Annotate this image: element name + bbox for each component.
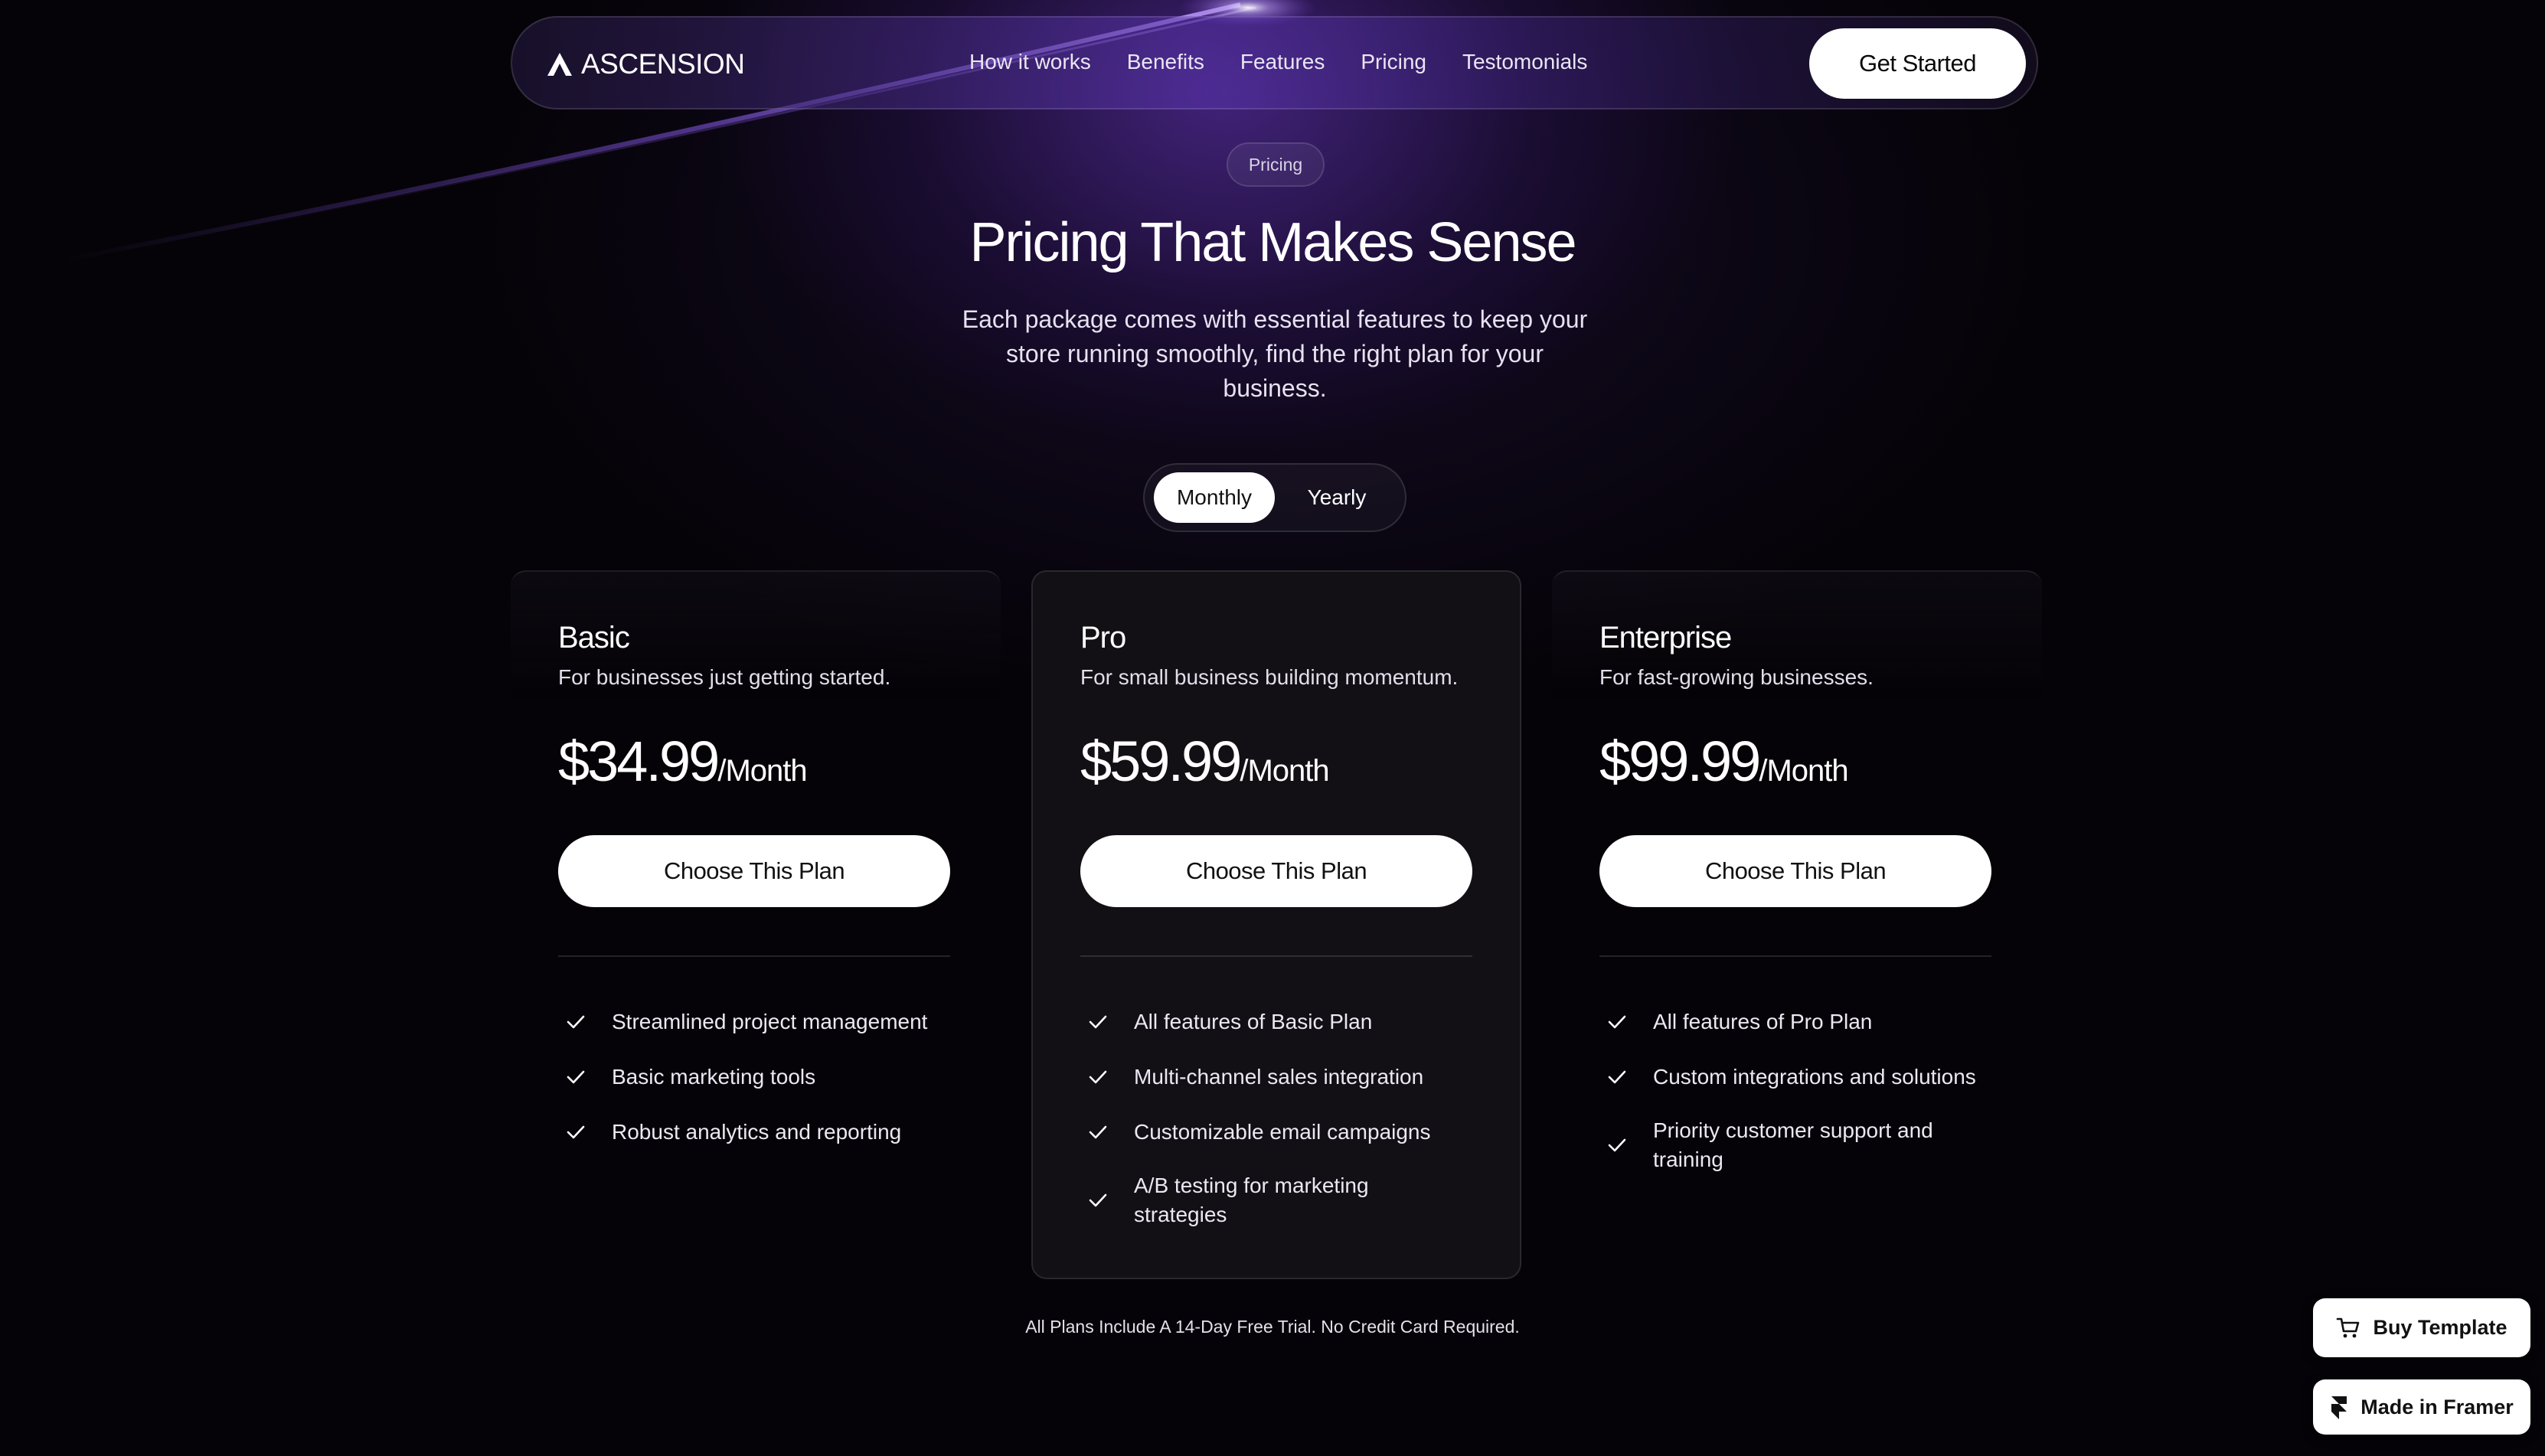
feature-text: Basic marketing tools (612, 1065, 816, 1089)
toggle-monthly[interactable]: Monthly (1154, 472, 1275, 523)
check-icon (1089, 1125, 1107, 1139)
toggle-yearly[interactable]: Yearly (1279, 472, 1394, 523)
price-amount: $59.99 (1080, 730, 1242, 793)
feature-list: All features of Basic Plan Multi-channel… (1080, 1006, 1478, 1252)
page-subtitle: Each package comes with essential featur… (962, 305, 1588, 402)
plan-name: Basic (558, 621, 630, 655)
nav-link-pricing[interactable]: Pricing (1361, 50, 1426, 74)
buy-template-label: Buy Template (2373, 1316, 2507, 1339)
plan-name: Enterprise (1599, 621, 1732, 655)
feature-item: Streamlined project management (558, 1006, 956, 1038)
plan-card-basic: Basic For businesses just getting starte… (511, 570, 1001, 1279)
check-icon (1608, 1015, 1626, 1029)
feature-list: Streamlined project management Basic mar… (558, 1006, 956, 1171)
feature-text: All features of Basic Plan (1134, 1010, 1373, 1033)
nav-link-benefits[interactable]: Benefits (1127, 50, 1204, 74)
plan-description: For businesses just getting started. (558, 665, 891, 689)
check-icon (1608, 1138, 1626, 1152)
feature-item: Robust analytics and reporting (558, 1116, 956, 1148)
plan-price: $99.99 /Month (1599, 729, 1849, 794)
made-in-framer-badge[interactable]: Made in Framer (2313, 1379, 2530, 1435)
check-icon (1089, 1015, 1107, 1029)
feature-text: Multi-channel sales integration (1134, 1065, 1424, 1089)
feature-text: All features of Pro Plan (1653, 1010, 1873, 1033)
check-icon (1608, 1070, 1626, 1084)
nav-link-features[interactable]: Features (1240, 50, 1325, 74)
plan-name: Pro (1080, 621, 1126, 655)
price-amount: $99.99 (1599, 730, 1761, 793)
feature-item: All features of Pro Plan (1599, 1006, 1998, 1038)
brand-logo[interactable]: ASCENSION (546, 48, 745, 80)
feature-text: Streamlined project management (612, 1010, 928, 1033)
choose-plan-button-enterprise[interactable]: Choose This Plan (1599, 835, 1991, 907)
card-divider (558, 955, 950, 957)
nav-link-how-it-works[interactable]: How it works (969, 50, 1091, 74)
check-icon (567, 1070, 585, 1084)
made-in-framer-label: Made in Framer (2360, 1395, 2514, 1418)
feature-text: A/B testing for marketing strategies (1134, 1174, 1369, 1226)
plan-description: For fast-growing businesses. (1599, 665, 1874, 689)
price-period: /Month (1759, 754, 1848, 788)
feature-text: Priority customer support and training (1653, 1118, 1933, 1171)
price-period: /Month (717, 754, 807, 788)
choose-plan-button-pro[interactable]: Choose This Plan (1080, 835, 1472, 907)
billing-toggle: Monthly Yearly (1143, 463, 1406, 532)
card-divider (1599, 955, 1991, 957)
feature-text: Robust analytics and reporting (612, 1120, 902, 1144)
feature-text: Customizable email campaigns (1134, 1120, 1431, 1144)
feature-list: All features of Pro Plan Custom integrat… (1599, 1006, 1998, 1197)
nav-link-testimonials[interactable]: Testomonials (1462, 50, 1587, 74)
feature-item: Customizable email campaigns (1080, 1116, 1478, 1148)
free-trial-note: All Plans Include A 14-Day Free Trial. N… (1025, 1317, 1520, 1337)
plan-price: $34.99 /Month (558, 729, 808, 794)
plan-price: $59.99 /Month (1080, 729, 1330, 794)
brand-name: ASCENSION (581, 48, 745, 80)
triangle-logo-icon (547, 53, 572, 76)
card-divider (1080, 955, 1472, 957)
section-tag: Pricing (1227, 142, 1325, 187)
price-period: /Month (1240, 754, 1329, 788)
top-navbar: ASCENSION How it works Benefits Features… (511, 16, 2038, 109)
price-amount: $34.99 (558, 730, 720, 793)
feature-item: Multi-channel sales integration (1080, 1061, 1478, 1093)
feature-item: Basic marketing tools (558, 1061, 956, 1093)
feature-text: Custom integrations and solutions (1653, 1065, 1976, 1089)
feature-item: A/B testing for marketing strategies (1080, 1171, 1478, 1229)
check-icon (567, 1015, 585, 1029)
framer-logo-icon (2331, 1396, 2347, 1419)
plan-description: For small business building momentum. (1080, 665, 1459, 689)
check-icon (1089, 1070, 1107, 1084)
buy-template-button[interactable]: Buy Template (2313, 1298, 2530, 1357)
nav-links: How it works Benefits Features Pricing T… (969, 50, 1587, 74)
page-title: Pricing That Makes Sense (969, 212, 1576, 273)
feature-item: Custom integrations and solutions (1599, 1061, 1998, 1093)
plan-card-enterprise: Enterprise For fast-growing businesses. … (1552, 570, 2042, 1279)
feature-item: Priority customer support and training (1599, 1116, 1998, 1174)
cart-icon (2337, 1317, 2360, 1337)
get-started-button[interactable]: Get Started (1809, 28, 2026, 99)
choose-plan-button-basic[interactable]: Choose This Plan (558, 835, 950, 907)
feature-item: All features of Basic Plan (1080, 1006, 1478, 1038)
check-icon (1089, 1193, 1107, 1207)
plan-card-pro: Pro For small business building momentum… (1031, 570, 1521, 1279)
check-icon (567, 1125, 585, 1139)
